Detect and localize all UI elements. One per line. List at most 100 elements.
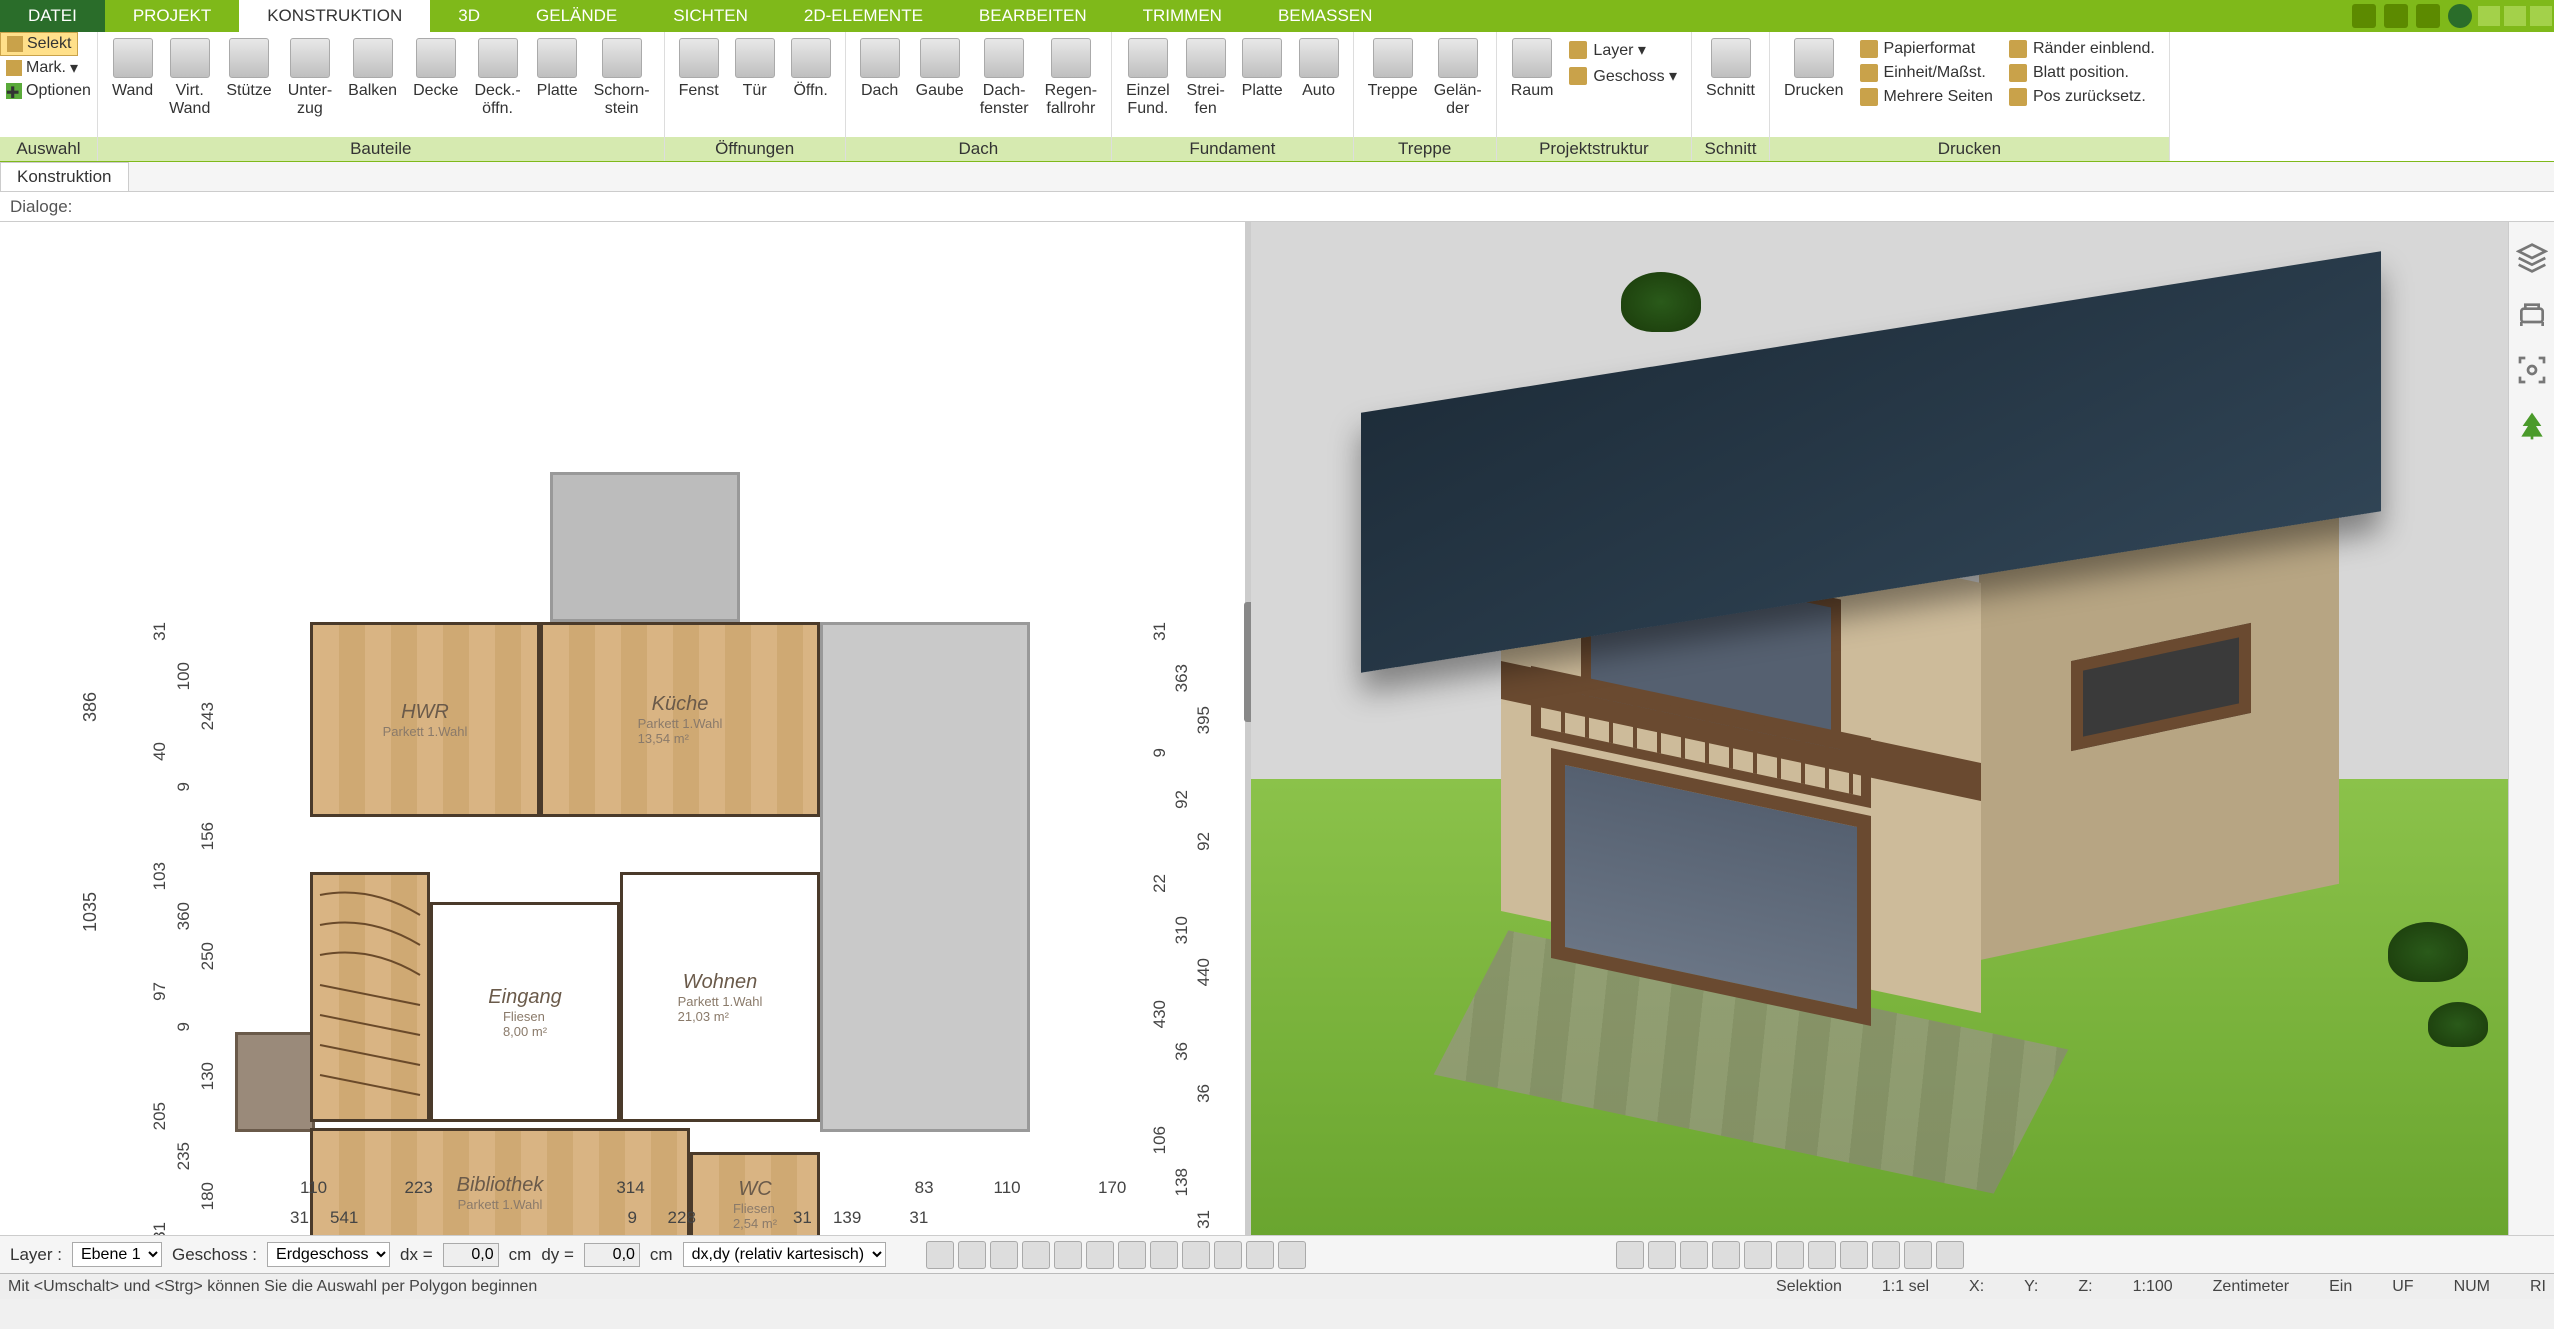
dy-input[interactable] <box>584 1243 640 1267</box>
ribbon-small-papierformat[interactable]: Papierformat <box>1856 38 1997 60</box>
layer-select[interactable]: Ebene 1 <box>72 1242 162 1267</box>
propbar-icon[interactable] <box>1680 1241 1708 1269</box>
furniture-icon[interactable] <box>2516 298 2548 330</box>
propbar-icon[interactable] <box>1808 1241 1836 1269</box>
ribbon-btn-st-tze[interactable]: Stütze <box>218 36 279 102</box>
ribbon-btn-treppe[interactable]: Treppe <box>1360 36 1426 102</box>
ribbon-btn-wand[interactable]: Wand <box>104 36 161 102</box>
maximize-button[interactable] <box>2504 6 2526 26</box>
ribbon-btn-dach-fenster[interactable]: Dach- fenster <box>972 36 1037 120</box>
selekt-button[interactable]: Selekt <box>0 32 78 56</box>
geschoss-select[interactable]: Erdgeschoss <box>267 1242 390 1267</box>
dim-v-outer: 1035 <box>80 892 101 932</box>
coord-mode-select[interactable]: dx,dy (relativ kartesisch) <box>683 1242 886 1267</box>
ribbon-small-einheit-ma-st-[interactable]: Einheit/Maßst. <box>1856 62 1997 84</box>
ribbon-small-r-nder-einblend-[interactable]: Ränder einblend. <box>2005 38 2159 60</box>
propbar-icon[interactable] <box>1118 1241 1146 1269</box>
propbar-icon[interactable] <box>1904 1241 1932 1269</box>
ribbon-btn-unter-zug[interactable]: Unter- zug <box>280 36 340 120</box>
ribbon-btn-regen-fallrohr[interactable]: Regen- fallrohr <box>1037 36 1105 120</box>
ribbon-small-pos-zur-cksetz-[interactable]: Pos zurücksetz. <box>2005 86 2159 108</box>
propbar-icon[interactable] <box>990 1241 1018 1269</box>
ribbon-btn-platte[interactable]: Platte <box>529 36 586 102</box>
menu-tab-bemassen[interactable]: BEMASSEN <box>1250 0 1400 32</box>
propbar-icon[interactable] <box>1648 1241 1676 1269</box>
propbar-icon[interactable] <box>1022 1241 1050 1269</box>
ribbon-btn-gaube[interactable]: Gaube <box>908 36 972 102</box>
propbar-icon[interactable] <box>1278 1241 1306 1269</box>
tool-icon <box>290 38 330 78</box>
ribbon-small-blatt-position-[interactable]: Blatt position. <box>2005 62 2159 84</box>
status-uf: UF <box>2392 1278 2413 1296</box>
room-wohnen[interactable]: WohnenParkett 1.Wahl21,03 m² <box>620 872 820 1122</box>
screen-icon[interactable] <box>2416 4 2440 28</box>
propbar-icon[interactable] <box>958 1241 986 1269</box>
small-icon <box>1860 88 1878 106</box>
3d-view[interactable] <box>1251 222 2508 1235</box>
propbar-icon[interactable] <box>1150 1241 1178 1269</box>
room-eingang[interactable]: EingangFliesen8,00 m² <box>430 902 620 1122</box>
ribbon-btn-dach[interactable]: Dach <box>852 36 908 102</box>
propbar-icon[interactable] <box>1086 1241 1114 1269</box>
room-küche[interactable]: KücheParkett 1.Wahl13,54 m² <box>540 622 820 817</box>
mark-button[interactable]: Mark. ▾ <box>0 56 84 80</box>
propbar-icon[interactable] <box>1182 1241 1210 1269</box>
menu-tab-gelände[interactable]: GELÄNDE <box>508 0 645 32</box>
ribbon-btn-auto[interactable]: Auto <box>1291 36 1347 102</box>
propbar-icon[interactable] <box>1616 1241 1644 1269</box>
menu-tab-datei[interactable]: DATEI <box>0 0 105 32</box>
ribbon-btn-einzel-fund-[interactable]: Einzel Fund. <box>1118 36 1178 120</box>
menu-tab-2d-elemente[interactable]: 2D-ELEMENTE <box>776 0 951 32</box>
menu-tab-sichten[interactable]: SICHTEN <box>645 0 776 32</box>
close-button[interactable] <box>2530 6 2552 26</box>
menu-tab-projekt[interactable]: PROJEKT <box>105 0 239 32</box>
menu-tab-3d[interactable]: 3D <box>430 0 508 32</box>
ribbon-small-mehrere-seiten[interactable]: Mehrere Seiten <box>1856 86 1997 108</box>
menu-tab-konstruktion[interactable]: KONSTRUKTION <box>239 0 430 32</box>
propbar-icon[interactable] <box>1712 1241 1740 1269</box>
ribbon-btn-schnitt[interactable]: Schnitt <box>1698 36 1763 102</box>
ribbon-btn-schorn-stein[interactable]: Schorn- stein <box>586 36 658 120</box>
ribbon-btn-t-r[interactable]: Tür <box>727 36 783 102</box>
ribbon-btn-gel-n-der[interactable]: Gelän- der <box>1426 36 1490 120</box>
ribbon-btn-virt-wand[interactable]: Virt. Wand <box>161 36 218 120</box>
ribbon-small-geschoss[interactable]: Geschoss ▾ <box>1565 64 1681 88</box>
tree-icon[interactable] <box>2516 410 2548 442</box>
ribbon-btn-platte[interactable]: Platte <box>1234 36 1291 102</box>
subtab-konstruktion[interactable]: Konstruktion <box>0 162 129 191</box>
box-icon[interactable] <box>2384 4 2408 28</box>
propbar-icon[interactable] <box>1054 1241 1082 1269</box>
ribbon-caption: Dach <box>846 137 1111 161</box>
minimize-button[interactable] <box>2478 6 2500 26</box>
ribbon-btn-deck-ffn-[interactable]: Deck.- öffn. <box>466 36 528 120</box>
room-hwr[interactable]: HWRParkett 1.Wahl <box>310 622 540 817</box>
optionen-button[interactable]: ✚Optionen <box>0 80 97 102</box>
propbar-icon[interactable] <box>1936 1241 1964 1269</box>
ribbon-btn-fenst[interactable]: Fenst <box>671 36 727 102</box>
propbar-icon[interactable] <box>1872 1241 1900 1269</box>
help-icon[interactable] <box>2448 4 2472 28</box>
ribbon-btn--ffn-[interactable]: Öffn. <box>783 36 839 102</box>
propbar-icon[interactable] <box>1214 1241 1242 1269</box>
ribbon-caption: Bauteile <box>98 137 664 161</box>
propbar-icon[interactable] <box>1776 1241 1804 1269</box>
propbar-icon[interactable] <box>1744 1241 1772 1269</box>
ribbon-btn-drucken[interactable]: Drucken <box>1776 36 1852 102</box>
menu-tab-bearbeiten[interactable]: BEARBEITEN <box>951 0 1115 32</box>
focus-icon[interactable] <box>2516 354 2548 386</box>
ribbon-caption: Auswahl <box>0 137 97 161</box>
propbar-icon[interactable] <box>1840 1241 1868 1269</box>
ribbon-btn-raum[interactable]: Raum <box>1503 36 1562 102</box>
ribbon-btn-strei-fen[interactable]: Strei- fen <box>1178 36 1234 120</box>
propbar-icon[interactable] <box>926 1241 954 1269</box>
propbar-icon[interactable] <box>1246 1241 1274 1269</box>
floorplan-view[interactable]: HWRParkett 1.WahlKücheParkett 1.Wahl13,5… <box>0 222 1245 1235</box>
layers-icon[interactable] <box>2516 242 2548 274</box>
ribbon-small-layer[interactable]: Layer ▾ <box>1565 38 1681 62</box>
ribbon-btn-balken[interactable]: Balken <box>340 36 405 102</box>
ribbon-btn-decke[interactable]: Decke <box>405 36 466 102</box>
dim-v: 40 <box>150 742 170 761</box>
pencil-icon[interactable] <box>2352 4 2376 28</box>
dx-input[interactable] <box>443 1243 499 1267</box>
menu-tab-trimmen[interactable]: TRIMMEN <box>1115 0 1250 32</box>
